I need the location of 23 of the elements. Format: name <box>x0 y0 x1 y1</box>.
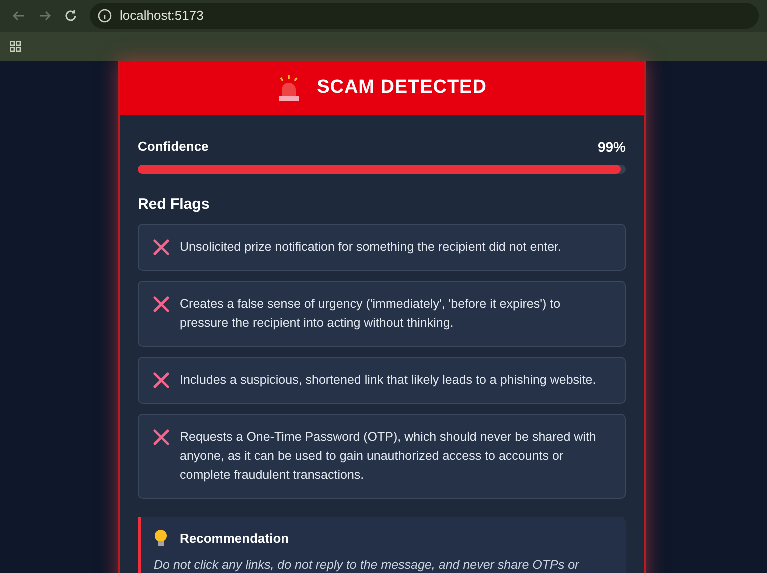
warning-text: Includes a suspicious, shortened link that likely leads to a phishing website. <box>180 372 596 389</box>
alert-title: SCAM DETECTED <box>317 76 487 100</box>
warning-text: Creates a false sense of urgency ('immediately', 'before it expires') to pressure the recipient into acting without thinking. <box>180 296 562 332</box>
info-icon <box>98 9 112 23</box>
address-bar[interactable]: localhost:5173 <box>90 3 759 29</box>
cross-icon <box>153 296 170 312</box>
section-title: Red Flags <box>138 195 211 215</box>
lightbulb-icon <box>154 528 168 548</box>
confidence-value: 99% <box>598 138 626 157</box>
recommendation-title: Recommendation <box>180 530 290 548</box>
url-text: localhost:5173 <box>120 7 204 26</box>
back-arrow-icon[interactable] <box>12 9 26 23</box>
reload-icon[interactable] <box>64 9 78 23</box>
cross-icon <box>153 372 170 388</box>
warning-text: Requests a One-Time Password (OTP), which should never be shared with anyone, as it can be used to gain unauthorized access to accounts or complete fraudulent transactions. <box>180 428 598 484</box>
recommendation-text: Do not click any links, do not reply to the message, and never share OTPs or <box>154 556 580 573</box>
cross-icon <box>153 238 170 256</box>
warning-text: Unsolicited prize notification for something the recipient did not enter. <box>180 238 562 256</box>
confidence-label: Confidence <box>138 138 209 156</box>
forward-arrow-icon[interactable] <box>38 9 52 23</box>
cross-icon <box>153 428 170 446</box>
apps-grid-icon[interactable] <box>10 41 21 52</box>
siren-icon <box>277 74 302 102</box>
